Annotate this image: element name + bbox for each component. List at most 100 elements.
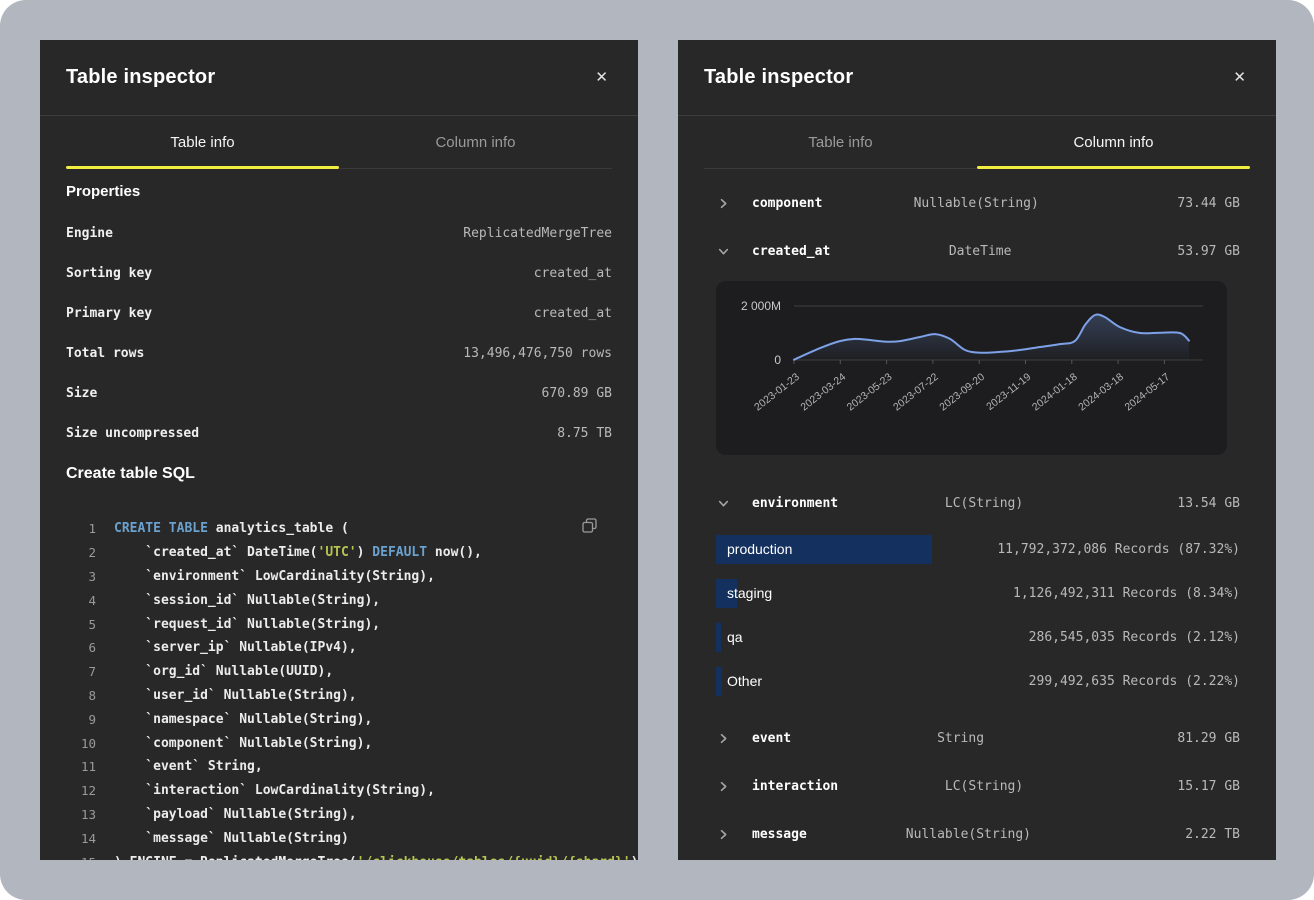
svg-text:2024-03-18: 2024-03-18 [1076,371,1126,414]
column-row-message[interactable]: message Nullable(String) 2.22 TB [678,810,1276,858]
property-value: 670.89 GB [542,386,612,401]
copy-sql-button[interactable] [581,517,598,534]
sql-line-number: 3 [66,569,96,584]
sql-line-code: CREATE TABLE analytics_table ( [114,521,349,536]
sql-line-code: `message` Nullable(String) [114,831,349,846]
property-label: Total rows [66,346,144,361]
copy-icon [581,522,598,537]
sql-line: 14 `message` Nullable(String) [66,826,612,850]
sql-line: 7 `org_id` Nullable(UUID), [66,660,612,684]
svg-text:2024-01-18: 2024-01-18 [1030,371,1080,414]
distribution-row-qa: qa 286,545,035 Records (2.12%) [678,615,1276,659]
close-icon: ✕ [595,69,608,86]
sql-line-number: 5 [66,617,96,632]
distribution-row-other: Other 299,492,635 Records (2.22%) [678,659,1276,703]
column-type: DateTime [830,244,1130,259]
sql-line: 12 `interaction` LowCardinality(String), [66,779,612,803]
column-row-component[interactable]: component Nullable(String) 73.44 GB [678,179,1276,227]
column-type: LC(String) [838,496,1130,511]
column-name: message [752,827,807,842]
column-size: 53.97 GB [1130,244,1240,259]
sql-line: 9 `namespace` Nullable(String), [66,707,612,731]
sql-line-code: `request_id` Nullable(String), [114,617,380,632]
distribution-label: qa [727,629,743,645]
column-list: component Nullable(String) 73.44 GB crea… [678,169,1276,858]
property-row: Engine ReplicatedMergeTree [66,213,612,253]
sql-line-code: `environment` LowCardinality(String), [114,569,435,584]
property-label: Size uncompressed [66,426,199,441]
distribution-records: 11,792,372,086 Records (87.32%) [792,542,1240,557]
sql-line-code: `server_ip` Nullable(IPv4), [114,640,357,655]
sql-line-number: 2 [66,545,96,560]
column-type: Nullable(String) [822,196,1130,211]
svg-text:2 000M: 2 000M [741,299,781,313]
chevron-right-icon [716,733,730,744]
chevron-down-icon [716,246,730,257]
sql-line-number: 6 [66,640,96,655]
sql-line: 11 `event` String, [66,755,612,779]
sql-line: 4 `session_id` Nullable(String), [66,588,612,612]
tab-column-info[interactable]: Column info [977,116,1250,169]
svg-text:2023-09-20: 2023-09-20 [937,371,987,414]
dialog-header: Table inspector ✕ [40,40,638,116]
table-inspector-dialog-column-info: Table inspector ✕ Table info Column info… [678,40,1276,860]
distribution-label: Other [727,673,762,689]
properties-heading: Properties [66,183,612,200]
close-button[interactable]: ✕ [589,66,614,89]
sql-line-number: 8 [66,688,96,703]
tab-column-info[interactable]: Column info [339,116,612,169]
property-value: created_at [534,266,612,281]
distribution-label: staging [727,585,772,601]
column-name: component [752,196,822,211]
column-row-interaction[interactable]: interaction LC(String) 15.17 GB [678,762,1276,810]
column-size: 81.29 GB [1130,731,1240,746]
sql-line-code: `user_id` Nullable(String), [114,688,357,703]
tab-table-info[interactable]: Table info [66,116,339,169]
sql-line: 8 `user_id` Nullable(String), [66,684,612,708]
column-row-created_at[interactable]: created_at DateTime 53.97 GB [678,227,1276,275]
column-name: interaction [752,779,838,794]
sql-line: 3 `environment` LowCardinality(String), [66,565,612,589]
column-name: environment [752,496,838,511]
property-value: ReplicatedMergeTree [463,226,612,241]
properties-list: Engine ReplicatedMergeTree Sorting key c… [66,213,612,453]
distribution-bar [716,623,721,652]
column-name: event [752,731,791,746]
column-type: LC(String) [838,779,1130,794]
sql-line: 5 `request_id` Nullable(String), [66,612,612,636]
property-value: 8.75 TB [557,426,612,441]
sql-code-block: 1 CREATE TABLE analytics_table ( 2 `crea… [66,507,612,860]
column-size: 2.22 TB [1130,827,1240,842]
svg-text:0: 0 [774,353,781,367]
column-name: created_at [752,244,830,259]
sql-line-number: 4 [66,593,96,608]
sql-line-code: `interaction` LowCardinality(String), [114,783,435,798]
sql-line-number: 13 [66,807,96,822]
distribution-bar [716,667,722,696]
sql-line-number: 7 [66,664,96,679]
close-icon: ✕ [1233,69,1246,86]
sql-line: 6 `server_ip` Nullable(IPv4), [66,636,612,660]
dialog-title: Table inspector [66,66,215,89]
tab-table-info[interactable]: Table info [704,116,977,169]
sql-line-number: 1 [66,521,96,536]
svg-text:2023-07-22: 2023-07-22 [891,371,941,414]
property-row: Primary key created_at [66,293,612,333]
property-row: Size 670.89 GB [66,373,612,413]
column-row-event[interactable]: event String 81.29 GB [678,714,1276,762]
svg-text:2023-11-19: 2023-11-19 [984,371,1033,413]
dialog-title: Table inspector [704,66,853,89]
column-size: 13.54 GB [1130,496,1240,511]
property-row: Total rows 13,496,476,750 rows [66,333,612,373]
chevron-right-icon [716,198,730,209]
svg-text:2023-01-23: 2023-01-23 [752,371,802,414]
property-label: Primary key [66,306,152,321]
property-value: 13,496,476,750 rows [463,346,612,361]
area-chart: 2 000M 0 2023-01-232023-03-242023-05-232… [716,281,1227,455]
close-button[interactable]: ✕ [1227,66,1252,89]
property-label: Size [66,386,97,401]
create-table-sql-heading: Create table SQL [66,465,612,483]
sql-line-number: 12 [66,783,96,798]
column-row-environment[interactable]: environment LC(String) 13.54 GB [678,479,1276,527]
sql-line-code: `component` Nullable(String), [114,736,372,751]
